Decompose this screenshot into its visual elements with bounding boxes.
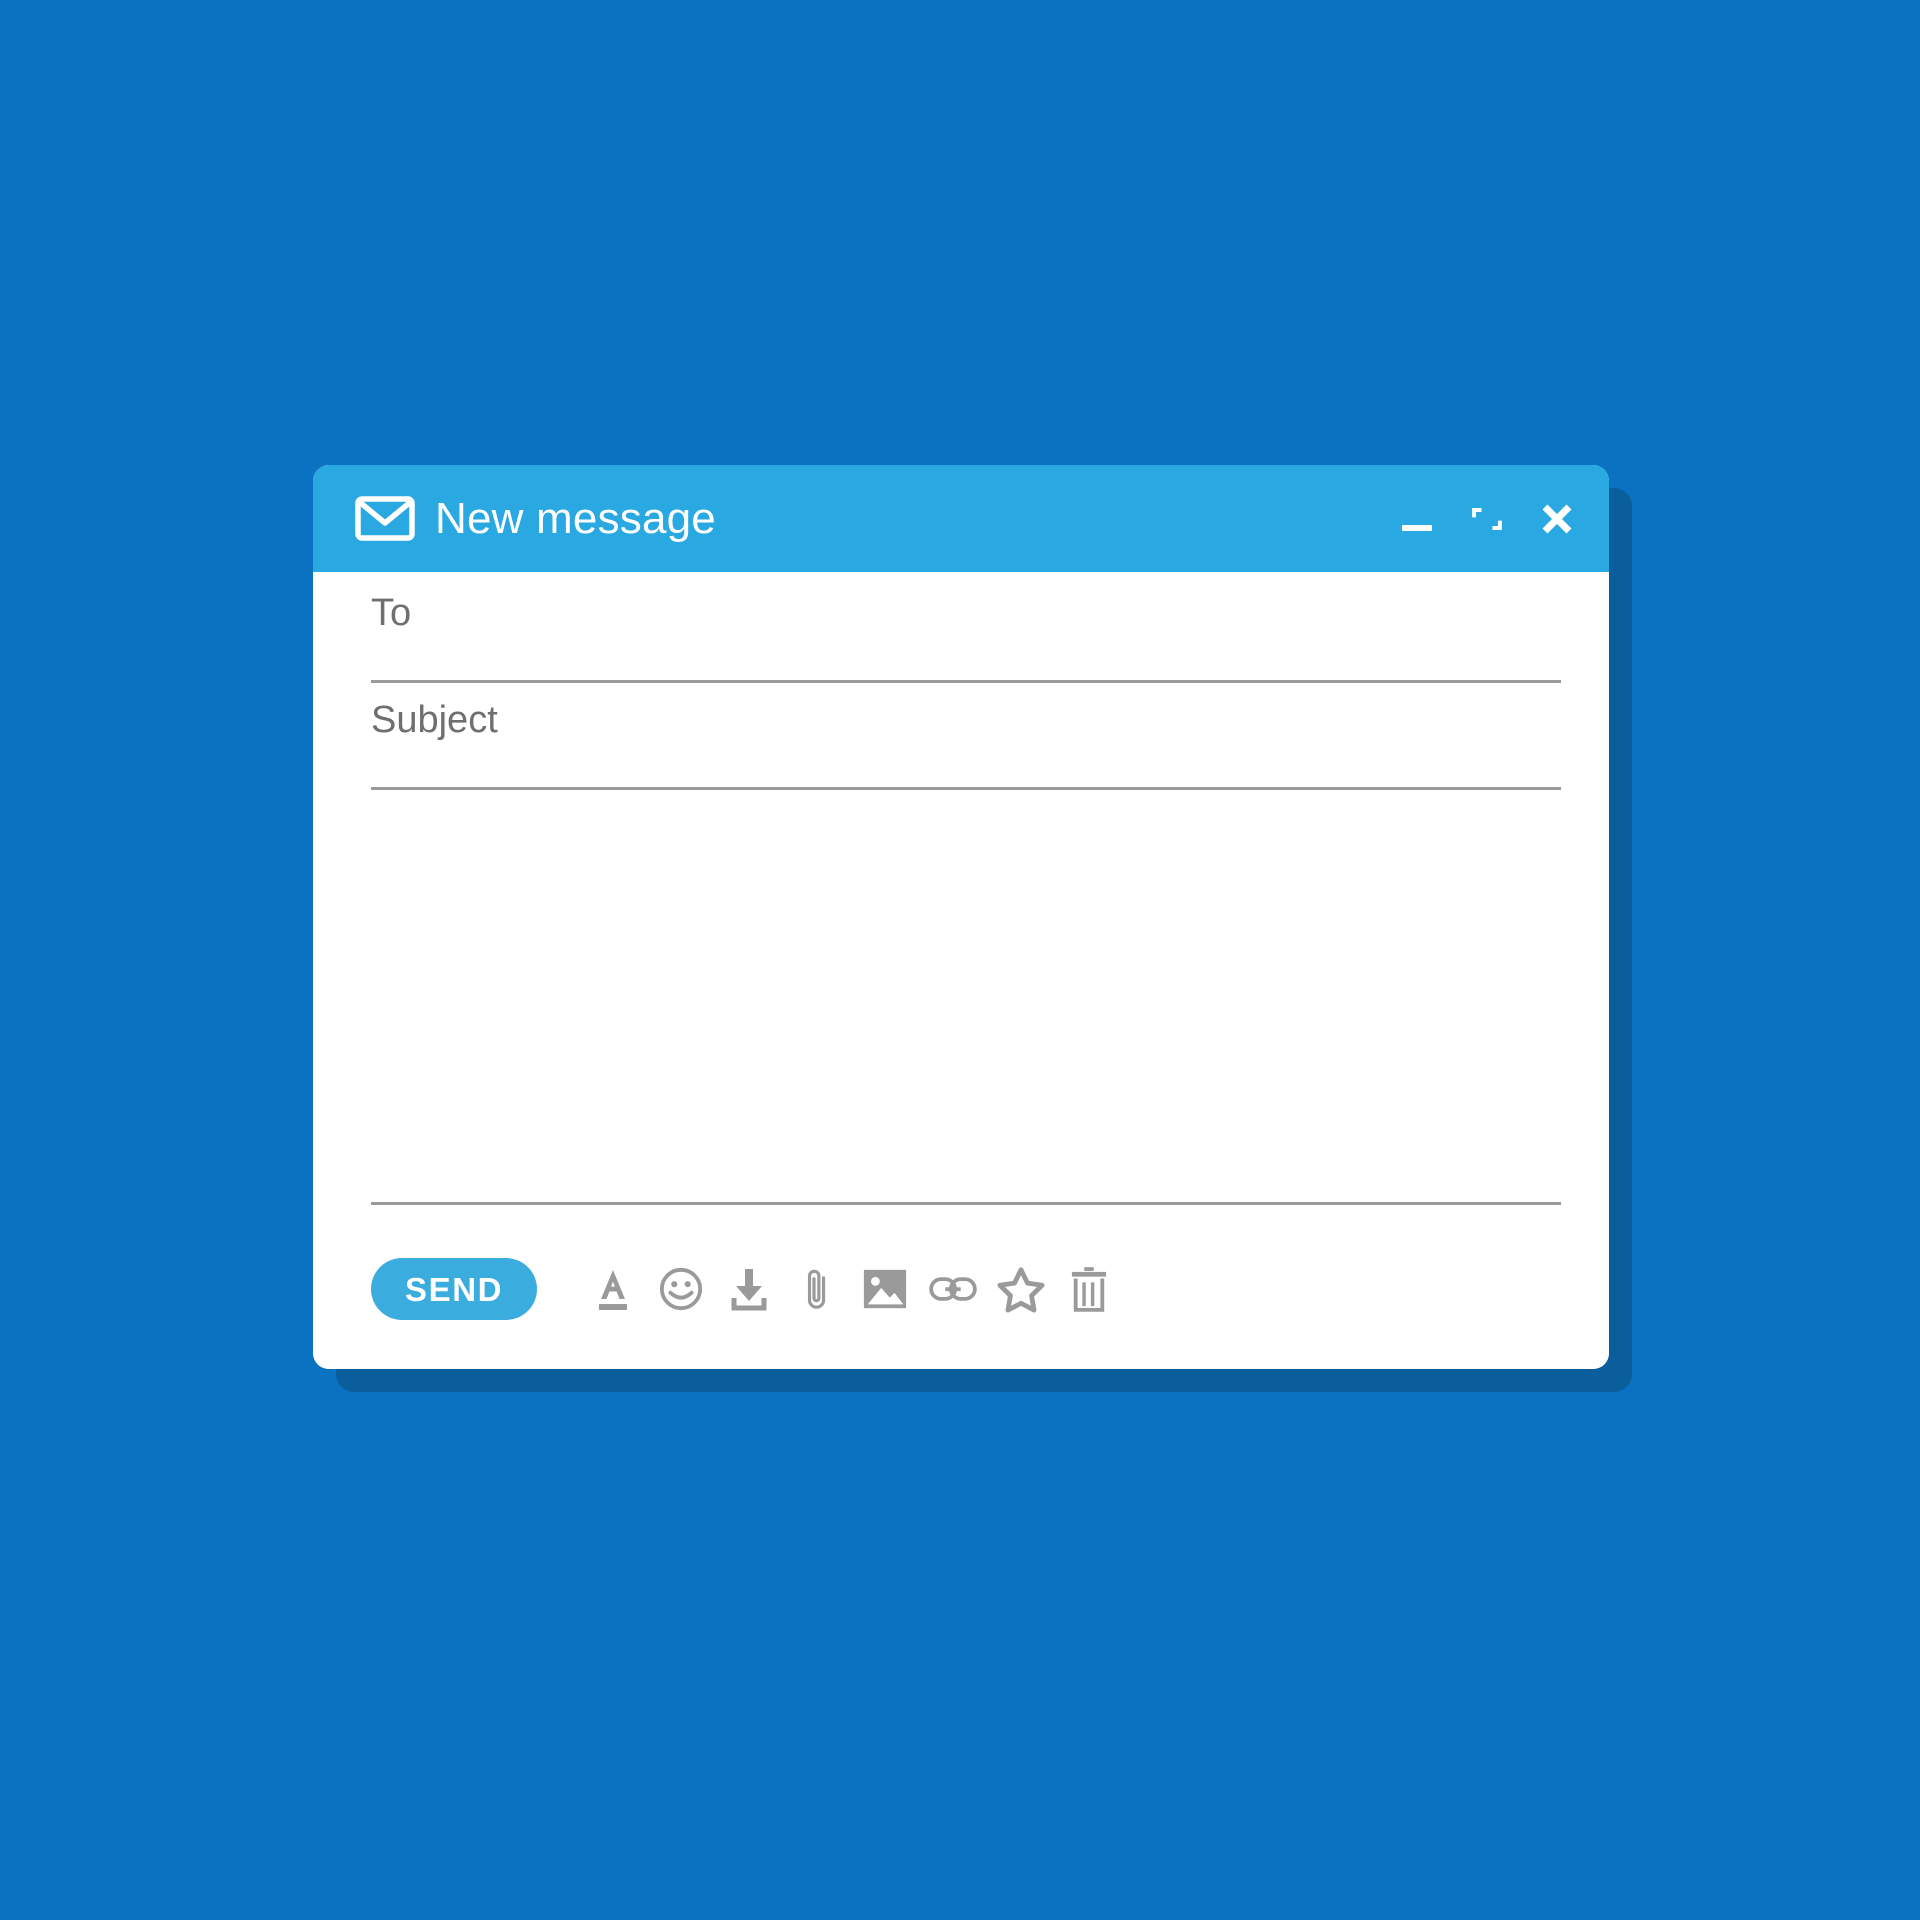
envelope-icon xyxy=(355,496,415,541)
compose-toolbar: SEND xyxy=(371,1205,1561,1369)
titlebar-left-group: New message xyxy=(355,496,1399,541)
page-title: New message xyxy=(435,493,716,543)
emoji-icon[interactable] xyxy=(657,1262,705,1316)
star-icon[interactable] xyxy=(997,1262,1045,1316)
compose-body: To Subject SEND xyxy=(313,572,1609,1369)
minimize-button[interactable] xyxy=(1399,501,1435,537)
window-controls xyxy=(1399,501,1583,537)
image-icon[interactable] xyxy=(861,1262,909,1316)
message-body-input[interactable] xyxy=(371,790,1561,1205)
maximize-button[interactable] xyxy=(1469,501,1505,537)
toolbar-icon-group xyxy=(589,1262,1113,1316)
attachment-icon[interactable] xyxy=(793,1262,841,1316)
screen-root: New message To Subject SEND xyxy=(0,0,1920,1920)
message-body-text xyxy=(371,790,1561,812)
subject-field[interactable]: Subject xyxy=(371,683,1561,790)
link-icon[interactable] xyxy=(929,1262,977,1316)
format-text-icon[interactable] xyxy=(589,1262,637,1316)
to-field[interactable]: To xyxy=(371,572,1561,683)
send-button[interactable]: SEND xyxy=(371,1258,538,1320)
new-message-window: New message To Subject SEND xyxy=(313,465,1609,1369)
trash-icon[interactable] xyxy=(1065,1262,1113,1316)
window-titlebar: New message xyxy=(313,465,1609,572)
download-icon[interactable] xyxy=(725,1262,773,1316)
to-field-label: To xyxy=(371,592,412,634)
subject-field-label: Subject xyxy=(371,699,498,741)
close-button[interactable] xyxy=(1539,501,1575,537)
